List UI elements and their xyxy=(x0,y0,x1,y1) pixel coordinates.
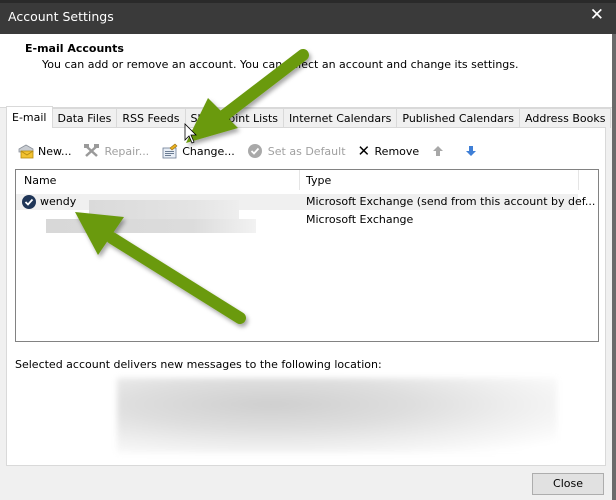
tab-rss-feeds[interactable]: RSS Feeds xyxy=(116,108,186,128)
tab-published-calendars[interactable]: Published Calendars xyxy=(396,108,521,128)
tab-sharepoint-lists[interactable]: SharePoint Lists xyxy=(184,108,285,128)
account-type: Microsoft Exchange (send from this accou… xyxy=(306,195,596,208)
tab-address-books[interactable]: Address Books xyxy=(519,108,612,128)
redacted-account-name xyxy=(46,219,256,233)
new-account-icon xyxy=(17,143,35,159)
close-icon[interactable]: ✕ xyxy=(590,5,604,25)
repair-tools-icon xyxy=(83,143,101,159)
change-account-icon xyxy=(161,143,179,159)
move-down-button[interactable] xyxy=(464,143,485,159)
remove-button[interactable]: ✕ Remove xyxy=(358,143,420,159)
default-account-check-icon xyxy=(22,195,36,209)
new-button[interactable]: New... xyxy=(17,143,71,159)
email-tab-panel: New... Repair... Change... Set as Defaul… xyxy=(6,127,606,466)
column-header-name[interactable]: Name xyxy=(24,174,56,187)
new-label: New... xyxy=(38,144,72,158)
list-header: Name Type xyxy=(16,170,598,190)
repair-label: Repair... xyxy=(104,144,150,158)
column-divider xyxy=(578,170,579,190)
tab-internet-calendars[interactable]: Internet Calendars xyxy=(283,108,398,128)
tab-email[interactable]: E-mail xyxy=(6,106,53,128)
section-title: E-mail Accounts xyxy=(25,42,124,55)
background-window-edge xyxy=(612,34,616,500)
change-button[interactable]: Change... xyxy=(161,143,235,159)
close-button[interactable]: Close xyxy=(532,473,604,495)
repair-button[interactable]: Repair... xyxy=(83,143,149,159)
set-as-default-label: Set as Default xyxy=(267,144,346,158)
remove-label: Remove xyxy=(374,144,420,158)
section-description: You can add or remove an account. You ca… xyxy=(42,58,519,71)
header-panel: E-mail Accounts You can add or remove an… xyxy=(0,34,612,108)
tab-bar: E-mail Data Files RSS Feeds SharePoint L… xyxy=(6,106,612,128)
remove-x-icon: ✕ xyxy=(357,142,371,160)
set-as-default-button[interactable]: Set as Default xyxy=(247,143,346,159)
accounts-list[interactable]: Name Type wendy Microsoft Exchange (send… xyxy=(15,169,599,342)
column-divider[interactable] xyxy=(299,170,300,190)
window-title: Account Settings xyxy=(8,9,114,24)
toolbar: New... Repair... Change... Set as Defaul… xyxy=(17,141,497,161)
column-header-type[interactable]: Type xyxy=(306,174,331,187)
delivery-location-label: Selected account delivers new messages t… xyxy=(15,358,382,371)
change-label: Change... xyxy=(182,144,235,158)
checkmark-circle-icon xyxy=(247,143,265,159)
arrow-up-icon xyxy=(431,143,449,159)
account-name: wendy xyxy=(40,195,77,208)
arrow-down-icon xyxy=(464,143,482,159)
redacted-delivery-location xyxy=(117,378,557,453)
move-up-button[interactable] xyxy=(431,143,452,159)
top-strip xyxy=(0,0,616,3)
tab-data-files[interactable]: Data Files xyxy=(51,108,118,128)
title-bar: Account Settings ✕ xyxy=(0,0,616,34)
account-type: Microsoft Exchange xyxy=(306,213,414,226)
